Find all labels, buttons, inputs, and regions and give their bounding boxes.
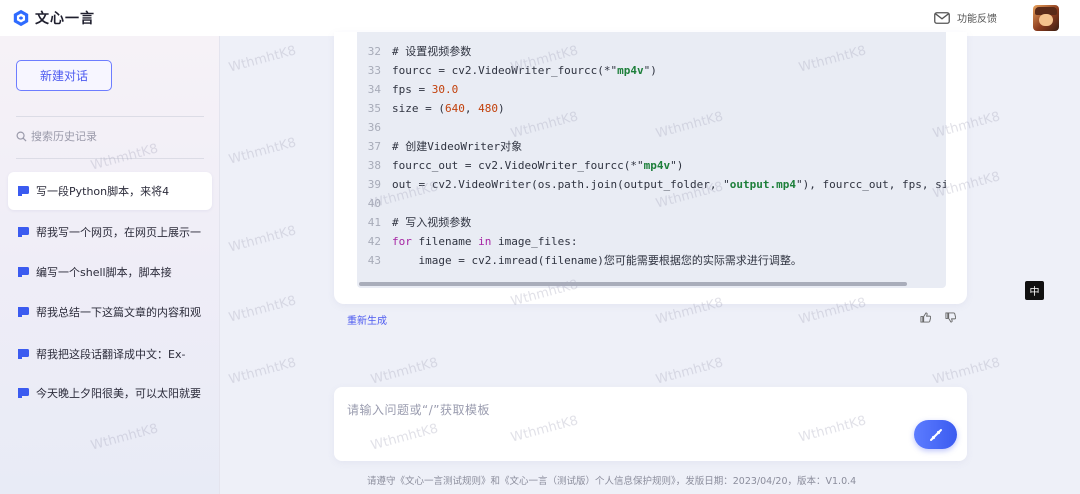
answer-card: 32 # 设置视频参数 33 fourcc = cv2.VideoWriter_fo… <box>334 32 967 304</box>
prompt-placeholder: 请输入问题或“/”获取模板 <box>347 403 490 417</box>
history-item[interactable]: 今天晚上夕阳很美，可以太阳就要 <box>8 374 212 412</box>
code-line: 42 for filename in image_files: <box>367 235 578 248</box>
code-line: 38 fourcc_out = cv2.VideoWriter_fourcc(*"… <box>367 159 684 172</box>
chat-icon <box>18 388 29 398</box>
code-line: 32 # 设置视频参数 <box>367 45 472 58</box>
app-logo[interactable]: 文心一言 <box>12 8 95 28</box>
history-item-label: 写一段Python脚本，来将4 <box>36 185 170 198</box>
history-item-label: 今天晚上夕阳很美，可以太阳就要 <box>36 387 201 400</box>
search-placeholder: 搜索历史记录 <box>31 130 97 143</box>
chat-icon <box>18 267 29 277</box>
mail-icon <box>934 11 950 24</box>
code-line: 33 fourcc = cv2.VideoWriter_fourcc(*"mp4v… <box>367 64 657 77</box>
user-avatar[interactable] <box>1033 5 1059 31</box>
logo-icon <box>13 9 29 27</box>
history-item[interactable]: 帮我把这段话翻译成中文：Ex- <box>8 335 212 373</box>
code-line: 40 <box>367 197 381 210</box>
code-line: 36 <box>367 121 381 134</box>
sidebar: 新建对话 搜索历史记录 写一段Python脚本，来将4 帮我写一个网页，在网页上… <box>0 36 220 494</box>
history-item[interactable]: 写一段Python脚本，来将4 <box>8 172 212 210</box>
thumbs-up-icon[interactable] <box>920 312 931 323</box>
feedback-button[interactable]: 功能反馈 <box>934 10 997 25</box>
history-item[interactable]: 编写一个shell脚本，脚本接 <box>8 253 212 291</box>
sidebar-divider <box>16 116 204 117</box>
chat-icon <box>18 349 29 359</box>
code-line: 34 fps = 30.0 <box>367 83 459 96</box>
history-item-label: 帮我总结一下这篇文章的内容和观 <box>36 306 201 319</box>
history-item-label: 帮我把这段话翻译成中文：Ex- <box>36 348 186 361</box>
search-icon <box>16 131 27 142</box>
new-chat-button[interactable]: 新建对话 <box>16 60 112 91</box>
code-line: 35 size = (640, 480) <box>367 102 505 115</box>
code-block[interactable]: 32 # 设置视频参数 33 fourcc = cv2.VideoWriter_fo… <box>357 32 946 288</box>
history-item-label: 编写一个shell脚本，脚本接 <box>36 266 172 279</box>
history-item[interactable]: 帮我总结一下这篇文章的内容和观 <box>8 293 212 331</box>
history-item-label: 帮我写一个网页，在网页上展示一 <box>36 226 201 239</box>
code-line: 39 out = cv2.VideoWriter(os.path.join(out… <box>367 178 946 191</box>
code-horizontal-scrollbar[interactable] <box>359 282 907 286</box>
prompt-input[interactable]: 请输入问题或“/”获取模板 <box>334 387 967 461</box>
language-badge[interactable]: 中 <box>1025 281 1044 300</box>
footer-notice: 请遵守《文心一言测试规则》和《文心一言（测试版）个人信息保护规则》，发版日期：2… <box>367 476 857 487</box>
sidebar-divider <box>16 158 204 159</box>
send-icon <box>929 428 942 441</box>
regenerate-button[interactable]: 重新生成 <box>347 312 387 327</box>
thumbs-down-icon[interactable] <box>945 312 956 323</box>
code-line: 41 # 写入视频参数 <box>367 216 472 229</box>
chat-icon <box>18 307 29 317</box>
history-search-input[interactable]: 搜索历史记录 <box>16 128 97 144</box>
history-item[interactable]: 帮我写一个网页，在网页上展示一 <box>8 213 212 251</box>
code-line: 43 image = cv2.imread(filename)您可能需要根据您的… <box>367 254 802 267</box>
chat-main: 32 # 设置视频参数 33 fourcc = cv2.VideoWriter_fo… <box>221 32 1080 494</box>
top-bar: 文心一言 功能反馈 <box>0 0 1080 36</box>
send-button[interactable] <box>914 420 957 449</box>
chat-icon <box>18 227 29 237</box>
code-line: 37 # 创建VideoWriter对象 <box>367 140 523 153</box>
chat-icon <box>18 186 29 196</box>
app-title: 文心一言 <box>35 11 95 27</box>
feedback-label: 功能反馈 <box>957 14 997 25</box>
